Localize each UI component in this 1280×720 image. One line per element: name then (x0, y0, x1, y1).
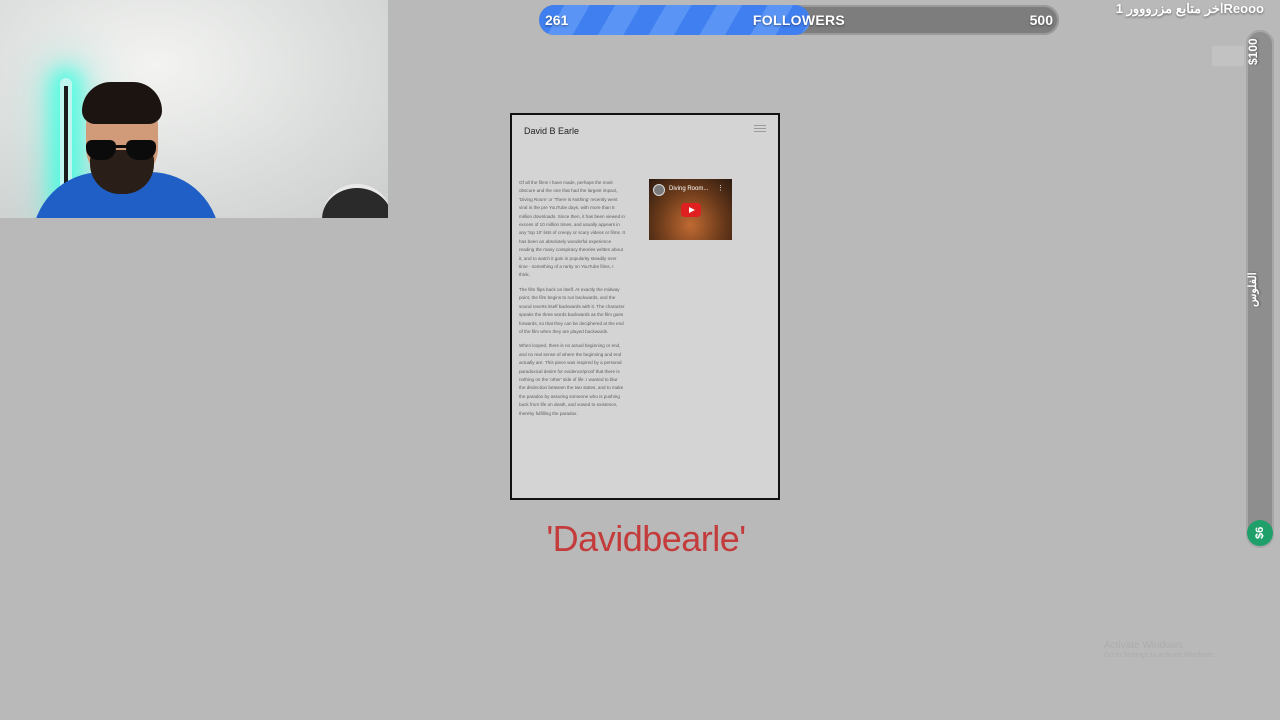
donation-goal-label: $100 (1246, 38, 1260, 66)
article-paragraph: Of all the films I have made, perhaps th… (519, 180, 625, 278)
donation-meter-title: الفلوس (1247, 272, 1259, 308)
person-hair (82, 82, 162, 124)
donation-meter: $100 الفلوس $6 (1246, 30, 1274, 548)
play-icon[interactable] (681, 203, 701, 217)
page-title: David B Earle (524, 126, 580, 136)
followers-current: 261 (545, 12, 569, 28)
last-follower-text: اخر متابع مزرووور 1Reooo (1115, 1, 1264, 16)
article-text: Of all the films I have made, perhaps th… (519, 179, 625, 424)
article-paragraph: The film flips back on itself. At exactl… (519, 286, 625, 334)
faint-overlay-box (1212, 46, 1244, 66)
video-embed[interactable]: Diving Room... ⋮ (649, 179, 732, 240)
article-paragraph: When looped, there is no actual beginnin… (519, 343, 624, 416)
caption-text: 'Davidbearle' (546, 518, 746, 559)
followers-goal: 500 (1029, 12, 1053, 28)
webcam-overlay (0, 0, 388, 218)
channel-avatar (653, 184, 665, 196)
hamburger-menu-icon[interactable] (754, 125, 766, 133)
watermark-line1: Activate Windows (1104, 640, 1183, 651)
followers-goal-bar: FOLLOWERS 261 500 (539, 5, 1059, 35)
followers-label: FOLLOWERS (752, 12, 846, 28)
webpage-panel: David B Earle Of all the films I have ma… (510, 113, 780, 500)
webcam-background (0, 0, 388, 218)
activate-windows-watermark: Activate Windows Go to Settings to activ… (1104, 640, 1215, 659)
donation-current-badge: $6 (1247, 520, 1273, 546)
sunglasses (86, 140, 158, 162)
watermark-line2: Go to Settings to activate Windows. (1104, 652, 1215, 659)
video-title: Diving Room... (669, 186, 709, 192)
more-options-icon[interactable]: ⋮ (717, 184, 724, 192)
